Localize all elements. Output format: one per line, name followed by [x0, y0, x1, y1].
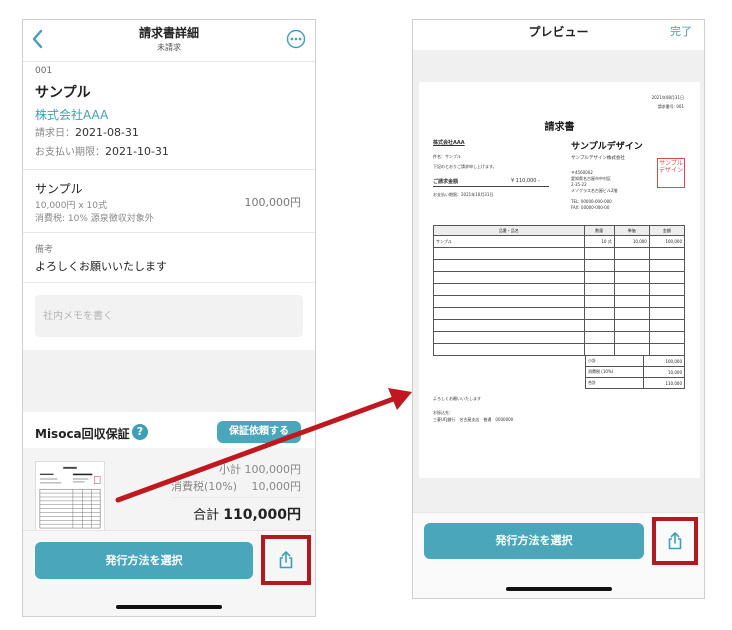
share-button[interactable] [261, 535, 311, 585]
invoice-thumbnail[interactable] [35, 461, 105, 531]
doc-subject: 件名：サンプル [433, 154, 461, 159]
doc-intro: 下記のとおりご請求申し上げます。 [433, 164, 497, 169]
company-name: サンプルデザイン株式会社 [571, 156, 625, 161]
column-header: 金額 [648, 225, 686, 236]
invoice-document: 2021年08月31日 請求番号: 001 請求書 株式会社AAA 件名：サンプ… [419, 82, 700, 478]
doc-invoice-number: 請求番号: 001 [657, 104, 684, 109]
doc-amount: ¥ 110,000 - [511, 178, 540, 184]
home-indicator [506, 587, 612, 591]
client-link[interactable]: 株式会社AAA [35, 106, 108, 123]
table-header-row: 品番・品名 数量 単価 金額 [433, 225, 686, 236]
done-button[interactable]: 完了 [670, 23, 692, 39]
table-row: 小計 100,000 [585, 355, 686, 367]
divider [23, 169, 315, 170]
invoice-date: 2021-08-31 [75, 126, 139, 139]
tax-total: 消費税(10%) 10,000円 [170, 480, 301, 493]
doc-note: よろしくお願いいたします [433, 396, 481, 401]
company-fax: FAX: 00000-000-00 [571, 205, 610, 210]
status-badge: 未請求 [157, 43, 181, 52]
share-icon [279, 551, 293, 569]
share-button[interactable] [652, 517, 698, 565]
column-header: 単価 [613, 225, 650, 236]
table-row [433, 307, 686, 320]
divider [23, 232, 315, 233]
help-icon[interactable]: ? [132, 424, 148, 440]
spacer [23, 350, 315, 412]
total-label: 合計 [585, 377, 644, 389]
total-value: 110,000 [642, 377, 686, 389]
item-amount: 100,000円 [244, 196, 302, 209]
doc-title: 請求書 [544, 122, 575, 133]
doc-client: 株式会社AAA [433, 140, 465, 146]
table-row: 消費税 (10%) 10,000 [585, 366, 686, 378]
home-indicator [116, 605, 222, 609]
select-issue-method-button[interactable]: 発行方法を選択 [424, 523, 644, 559]
due-date-label: お支払い期限： [35, 147, 105, 158]
item-name: サンプル [35, 182, 83, 196]
more-options-icon[interactable] [286, 29, 306, 49]
table-row: 合計 110,000 [585, 377, 686, 389]
doc-bank-label: お振込先： [433, 410, 453, 415]
preview-header: プレビュー 完了 [413, 20, 704, 50]
doc-bank: 三菱UFJ銀行 名古屋支店 普通 0000000 [433, 417, 514, 422]
divider [173, 497, 303, 498]
doc-due-date: お支払い期限：2021年10月31日 [433, 192, 494, 197]
company-tel: TEL: 00000-000-000 [571, 199, 612, 204]
misoca-guarantee-label: Misoca回収保証 [35, 427, 130, 441]
table-row [433, 259, 686, 272]
invoice-date-label: 請求日： [35, 128, 75, 139]
note-label: 備考 [35, 245, 54, 255]
page-title: プレビュー [528, 25, 589, 39]
preview-screen: プレビュー 完了 2021年08月31日 請求番号: 001 請求書 株式会社A… [412, 19, 705, 599]
invoice-date-row: 請求日：2021-08-31 [35, 124, 139, 139]
grand-total-value: 110,000円 [223, 507, 301, 523]
table-row [433, 283, 686, 296]
internal-memo-input[interactable]: 社内メモを書く [35, 295, 303, 337]
table-row: サンプル 10 式 10,000 100,000 [433, 235, 686, 248]
doc-date: 2021年08月31日 [651, 95, 684, 100]
company-address: メゾクラス名古屋ビル2階 [571, 188, 618, 193]
share-icon [668, 532, 682, 550]
table-row [433, 343, 686, 356]
company-logo: サンプルデザイン [571, 142, 643, 152]
table-row [433, 247, 686, 260]
company-address: 2-35-22 [571, 182, 587, 187]
total-label: 消費税 (10%) [585, 366, 644, 378]
due-date: 2021-10-31 [105, 145, 169, 158]
request-guarantee-button[interactable]: 保証依頼する [217, 421, 301, 443]
select-issue-method-button[interactable]: 発行方法を選択 [35, 542, 253, 579]
invoice-title: サンプル [35, 85, 91, 101]
amount-underline [433, 186, 549, 187]
qty-cell: 10 式 [583, 235, 615, 248]
doc-amount-label: ご請求金額 [433, 179, 459, 185]
column-header: 品番・品名 [433, 225, 585, 236]
totals-table: 小計 100,000 消費税 (10%) 10,000 合計 110,000 [585, 355, 686, 389]
items-table: 品番・品名 数量 単価 金額 サンプル 10 式 10,000 100,000 [433, 225, 686, 356]
table-row [433, 295, 686, 308]
item-quantity: 10,000円 x 10式 [35, 201, 107, 211]
page-title: 請求書詳細 [138, 26, 199, 40]
item-tax: 消費税: 10% 源泉徴収対象外 [35, 214, 154, 224]
total-label: 小計 [585, 355, 644, 367]
table-row [433, 331, 686, 344]
divider [23, 282, 315, 283]
invoice-number: 001 [35, 66, 53, 76]
table-row [433, 319, 686, 332]
column-header: 数量 [583, 225, 615, 236]
grand-total-label: 合計 [193, 508, 220, 523]
grand-total: 合計 110,000円 [193, 504, 301, 524]
item-cell: サンプル [433, 235, 585, 248]
amount-cell: 100,000 [648, 235, 686, 248]
invoice-detail-screen: 請求書詳細 未請求 001 サンプル 株式会社AAA 請求日：2021-08-3… [22, 19, 316, 617]
due-date-row: お支払い期限：2021-10-31 [35, 143, 169, 158]
total-value: 10,000 [642, 366, 686, 378]
detail-header: 請求書詳細 未請求 [23, 20, 315, 62]
memo-placeholder: 社内メモを書く [43, 311, 113, 322]
company-seal: サンプルデザイン [657, 158, 685, 188]
subtotal: 小計 100,000円 [219, 463, 301, 476]
note-text: よろしくお願いいたします [35, 260, 167, 273]
price-cell: 10,000 [613, 235, 650, 248]
total-value: 100,000 [642, 355, 686, 367]
table-row [433, 271, 686, 284]
